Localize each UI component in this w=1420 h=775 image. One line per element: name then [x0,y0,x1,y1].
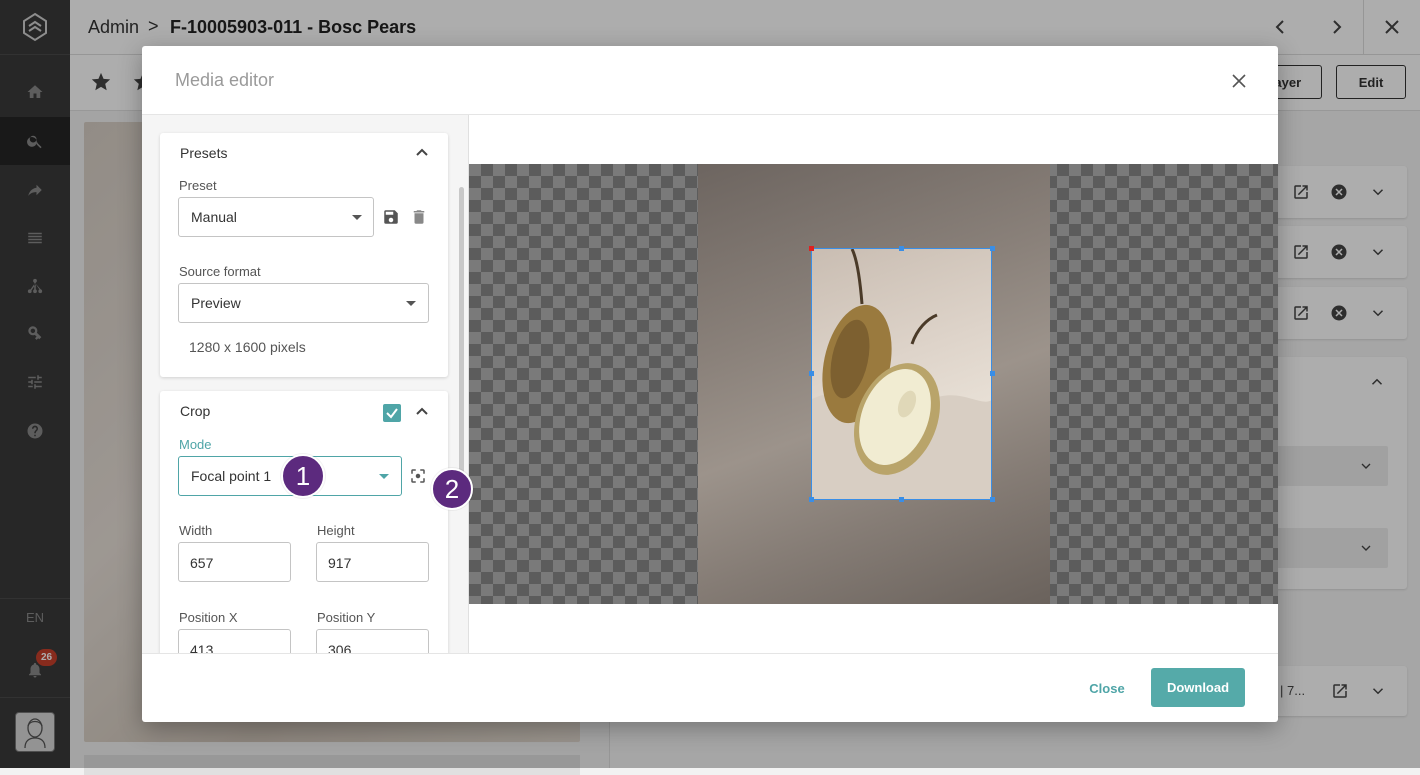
position-x-value: 413 [190,642,214,653]
height-value: 917 [328,555,352,571]
delete-icon[interactable] [410,208,428,226]
settings-column: Presets Preset Manual Source format Prev… [142,115,468,653]
crop-handle[interactable] [899,497,904,502]
crop-handle[interactable] [809,497,814,502]
caret-down-icon [406,301,416,306]
caret-down-icon [352,215,362,220]
height-label: Height [317,523,355,538]
pears-image [812,249,991,499]
caret-down-icon [379,474,389,479]
mode-label: Mode [179,437,212,452]
crop-handle[interactable] [990,371,995,376]
presets-panel: Presets Preset Manual Source format Prev… [160,133,448,377]
width-value: 657 [190,555,214,571]
media-editor-dialog: Media editor Presets Preset Manual Sourc… [142,46,1278,722]
crop-handle[interactable] [990,246,995,251]
crop-handle[interactable] [809,371,814,376]
crop-handle-focal[interactable] [809,246,814,251]
source-format-value: Preview [191,295,241,311]
preset-label: Preset [179,178,217,193]
download-button[interactable]: Download [1151,668,1245,707]
checkmark-icon [386,408,398,419]
preset-value: Manual [191,209,237,225]
crop-handle[interactable] [990,497,995,502]
mode-value: Focal point 1 [191,468,272,484]
width-label: Width [179,523,213,538]
step-badge-1: 1 [281,454,325,498]
crop-panel: Crop Mode Focal point 1 Width 657 Height… [160,391,448,653]
step-badge-2: 2 [431,468,473,510]
close-button[interactable]: Close [1082,670,1132,706]
source-format-select[interactable]: Preview [178,283,429,323]
dialog-title: Media editor [175,70,275,90]
crop-selection[interactable] [811,248,992,500]
source-format-label: Source format [179,264,261,279]
width-field[interactable]: 657 [178,542,291,582]
focal-point-icon[interactable] [409,467,427,485]
position-x-field[interactable]: 413 [178,629,291,653]
position-x-label: Position X [179,610,238,625]
crop-enabled-checkbox[interactable] [383,404,401,422]
source-dimensions: 1280 x 1600 pixels [189,339,306,355]
save-icon[interactable] [382,208,400,226]
crop-handle[interactable] [899,246,904,251]
scrollbar[interactable] [459,187,464,477]
image-canvas[interactable] [469,164,1278,604]
preset-select[interactable]: Manual [178,197,374,237]
dialog-close-button[interactable] [1228,70,1250,92]
position-y-label: Position Y [317,610,376,625]
divider [142,653,1278,654]
chevron-up-icon[interactable] [414,403,430,419]
position-y-field[interactable]: 306 [316,629,429,653]
presets-title: Presets [180,145,228,161]
chevron-up-icon[interactable] [414,144,430,160]
crop-title: Crop [180,403,211,419]
close-icon [1232,74,1246,88]
position-y-value: 306 [328,642,352,653]
height-field[interactable]: 917 [316,542,429,582]
